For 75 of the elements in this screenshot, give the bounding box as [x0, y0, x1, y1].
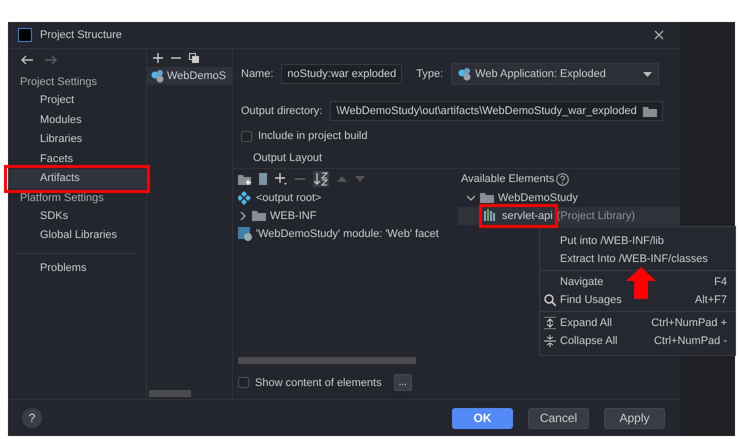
help-button[interactable]: ?	[22, 408, 42, 428]
checkbox-label: Show content of elements	[255, 376, 382, 388]
close-icon[interactable]	[654, 30, 664, 40]
panel-heading: Available Elements	[461, 173, 554, 186]
sidebar-item[interactable]: Project	[8, 91, 146, 110]
chevron-right-icon[interactable]	[239, 212, 247, 220]
tree-row[interactable]: WebDemoStudy	[458, 189, 680, 208]
tree-item-note: (Project Library)	[556, 210, 635, 222]
menu-item[interactable]: Extract Into /WEB-INF/classes	[560, 253, 727, 266]
output-directory-field[interactable]: \WebDemoStudy\out\artifacts\WebDemoStudy_war_exploded	[330, 101, 663, 122]
section-heading: Project Settings	[19, 75, 98, 90]
sidebar-item[interactable]: Facets	[8, 150, 146, 169]
library-icon	[484, 209, 498, 224]
dropdown-arrow-icon	[643, 72, 652, 76]
sidebar-item[interactable]: Libraries	[8, 130, 146, 150]
sidebar-item[interactable]: Artifacts	[8, 169, 146, 188]
module-icon	[238, 227, 252, 242]
sidebar-item[interactable]: Global Libraries	[8, 226, 146, 246]
more-button[interactable]: ...	[394, 374, 412, 391]
help-icon[interactable]	[556, 172, 570, 186]
tree-item: WebDemoStudy	[498, 192, 578, 204]
move-down-icon	[355, 176, 365, 182]
app-logo-icon	[18, 28, 32, 42]
add-icon[interactable]	[153, 53, 163, 63]
dialog-button[interactable]: Apply	[604, 408, 665, 428]
name-field[interactable]: noStudy:war exploded	[281, 64, 402, 84]
name-label: Name:	[241, 68, 274, 80]
checkbox[interactable]	[238, 377, 249, 388]
scrollbar[interactable]	[149, 390, 191, 397]
add-icon[interactable]	[275, 173, 287, 186]
dialog-button[interactable]: Cancel	[528, 408, 589, 428]
menu-item[interactable]: Navigate	[560, 276, 714, 288]
folder-icon	[480, 191, 494, 206]
copy-icon[interactable]	[189, 53, 199, 63]
web-app-icon	[458, 67, 472, 81]
chevron-down-icon[interactable]	[467, 194, 475, 202]
archive-icon[interactable]	[259, 173, 267, 186]
move-up-icon	[337, 176, 347, 182]
tree-item[interactable]: <output root>	[256, 192, 322, 204]
sidebar-item[interactable]: Problems	[8, 258, 146, 278]
folder-icon	[252, 209, 266, 224]
menu-item[interactable]: Expand All	[560, 317, 652, 330]
menu-item[interactable]: Collapse All	[560, 335, 654, 348]
shortcut-label: Ctrl+NumPad +	[651, 317, 727, 330]
shortcut-label: F4	[714, 276, 727, 288]
window-title: Project Structure	[40, 29, 123, 41]
sort-icon[interactable]	[314, 172, 328, 186]
expand-all-icon	[544, 317, 556, 330]
folder-icon[interactable]	[642, 105, 657, 118]
new-folder-icon[interactable]	[238, 173, 251, 186]
section-heading: Output Layout	[253, 152, 324, 164]
back-arrow-icon[interactable]	[20, 55, 34, 65]
sidebar-item[interactable]: SDKs	[8, 206, 146, 226]
tree-item[interactable]: 'WebDemoStudy' module: 'Web' facet	[256, 228, 439, 240]
tree-item[interactable]: WEB-INF	[270, 210, 316, 222]
menu-item[interactable]: Find Usages	[560, 294, 695, 306]
shortcut-label: Alt+F7	[694, 294, 727, 306]
output-directory-label: Output directory:	[241, 105, 322, 118]
checkbox[interactable]	[241, 130, 252, 142]
checkbox-label: Include in project build	[258, 130, 368, 142]
menu-item[interactable]: Put into /WEB-INF/lib	[560, 235, 727, 248]
type-label: Type:	[416, 68, 444, 80]
scrollbar[interactable]	[238, 357, 416, 364]
tree-row[interactable]: servlet-api (Project Library)	[458, 207, 680, 226]
sidebar-item[interactable]: Modules	[8, 110, 146, 130]
web-app-icon	[151, 69, 164, 83]
tree-item: servlet-api	[502, 210, 553, 222]
diamond-cluster-icon	[238, 191, 252, 206]
shortcut-label: Ctrl+NumPad -	[654, 335, 727, 348]
type-dropdown[interactable]: Web Application: Exploded	[451, 63, 660, 85]
collapse-all-icon	[544, 335, 556, 348]
section-heading: Platform Settings	[19, 190, 105, 206]
search-icon	[544, 294, 556, 306]
arrow-icon	[626, 267, 656, 300]
artifact-item[interactable]: WebDemoS	[147, 67, 232, 85]
